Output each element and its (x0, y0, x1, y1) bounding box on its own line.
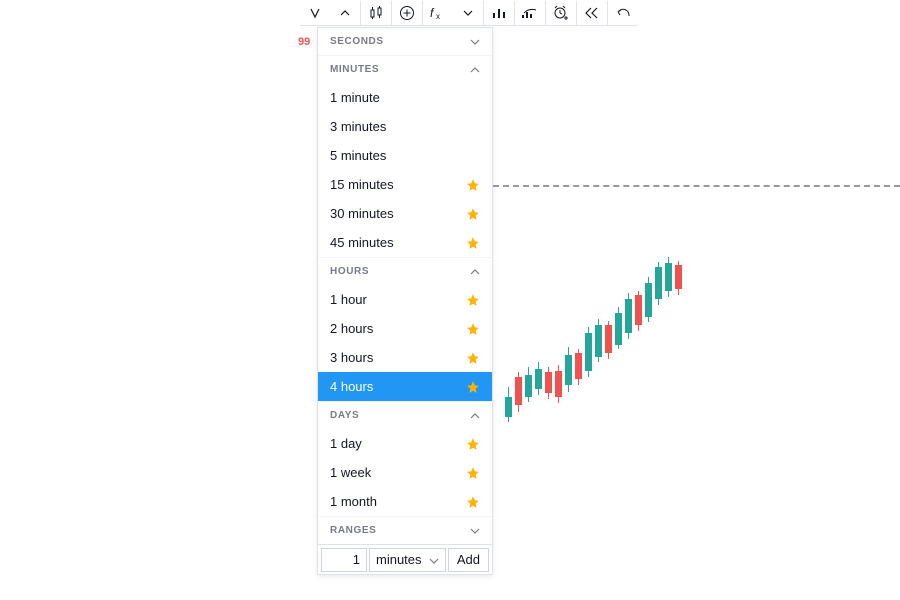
favorite-star-icon[interactable] (466, 437, 480, 451)
interval-item[interactable]: 1 week (318, 458, 492, 487)
undo-icon[interactable] (608, 0, 638, 26)
interval-item-label: 2 hours (330, 321, 373, 336)
chevron-up-icon (470, 269, 480, 275)
interval-section-hours[interactable]: HOURS (318, 257, 492, 285)
interval-item-label: 45 minutes (330, 235, 394, 250)
chart-toolbar: fx (300, 0, 638, 26)
interval-value-input[interactable] (321, 548, 367, 572)
chevron-down-icon (470, 39, 480, 45)
candlestick-style-icon[interactable] (361, 0, 391, 26)
favorite-star-icon[interactable] (466, 380, 480, 394)
interval-item[interactable]: 3 minutes (318, 112, 492, 141)
section-label: MINUTES (330, 64, 379, 75)
indicators-caret-down-icon[interactable] (453, 0, 483, 26)
add-interval-row: minutes Add (318, 544, 492, 574)
compare-plus-icon[interactable] (392, 0, 422, 26)
interval-unit-label: minutes (376, 552, 422, 567)
indicators-fx-icon[interactable]: fx (423, 0, 453, 26)
interval-item-label: 1 week (330, 465, 371, 480)
interval-item[interactable]: 1 minute (318, 83, 492, 112)
interval-section-minutes[interactable]: MINUTES (318, 55, 492, 83)
forecast-trend-icon[interactable] (515, 0, 545, 26)
svg-text:x: x (436, 12, 440, 20)
symbol-letter-icon[interactable] (300, 0, 330, 26)
interval-item[interactable]: 1 day (318, 429, 492, 458)
favorite-star-icon[interactable] (466, 178, 480, 192)
section-label: SECONDS (330, 36, 384, 47)
interval-item[interactable]: 45 minutes (318, 228, 492, 257)
interval-section-ranges[interactable]: RANGES (318, 516, 492, 544)
favorite-star-icon[interactable] (466, 351, 480, 365)
favorite-star-icon[interactable] (466, 322, 480, 336)
favorite-star-icon[interactable] (466, 466, 480, 480)
interval-item-label: 1 minute (330, 90, 380, 105)
interval-caret-up-icon[interactable] (330, 0, 360, 26)
interval-item-label: 1 month (330, 494, 377, 509)
favorite-star-icon[interactable] (466, 207, 480, 221)
chart-area[interactable] (493, 27, 900, 600)
interval-item[interactable]: 4 hours (318, 372, 492, 401)
interval-item[interactable]: 3 hours (318, 343, 492, 372)
favorite-star-icon[interactable] (466, 236, 480, 250)
interval-item-label: 4 hours (330, 379, 373, 394)
favorite-star-icon[interactable] (466, 495, 480, 509)
interval-item-label: 3 minutes (330, 119, 386, 134)
interval-item-label: 15 minutes (330, 177, 394, 192)
interval-item[interactable]: 5 minutes (318, 141, 492, 170)
bar-chart-icon[interactable] (484, 0, 514, 26)
chevron-up-icon (470, 413, 480, 419)
interval-item[interactable]: 15 minutes (318, 170, 492, 199)
interval-item-label: 1 day (330, 436, 362, 451)
candlestick-series (493, 27, 753, 587)
price-axis-label: 99 (298, 36, 310, 48)
interval-item-label: 3 hours (330, 350, 373, 365)
interval-item-label: 5 minutes (330, 148, 386, 163)
interval-item[interactable]: 2 hours (318, 314, 492, 343)
interval-item-label: 30 minutes (330, 206, 394, 221)
chevron-up-icon (470, 67, 480, 73)
section-label: DAYS (330, 410, 359, 421)
interval-dropdown: SECONDS MINUTES 1 minute 3 minutes 5 minutes… (317, 27, 493, 575)
section-label: RANGES (330, 525, 376, 536)
replay-rewind-icon[interactable] (577, 0, 607, 26)
interval-item[interactable]: 30 minutes (318, 199, 492, 228)
interval-section-days[interactable]: DAYS (318, 401, 492, 429)
interval-item[interactable]: 1 hour (318, 285, 492, 314)
interval-section-seconds[interactable]: SECONDS (318, 28, 492, 55)
chevron-down-icon (470, 528, 480, 534)
svg-text:f: f (430, 6, 435, 20)
alert-clock-icon[interactable] (546, 0, 576, 26)
interval-unit-select[interactable]: minutes (369, 548, 446, 572)
chevron-down-icon (429, 552, 439, 567)
interval-item-label: 1 hour (330, 292, 367, 307)
interval-add-button[interactable]: Add (448, 548, 489, 572)
section-label: HOURS (330, 266, 369, 277)
favorite-star-icon[interactable] (466, 293, 480, 307)
interval-item[interactable]: 1 month (318, 487, 492, 516)
